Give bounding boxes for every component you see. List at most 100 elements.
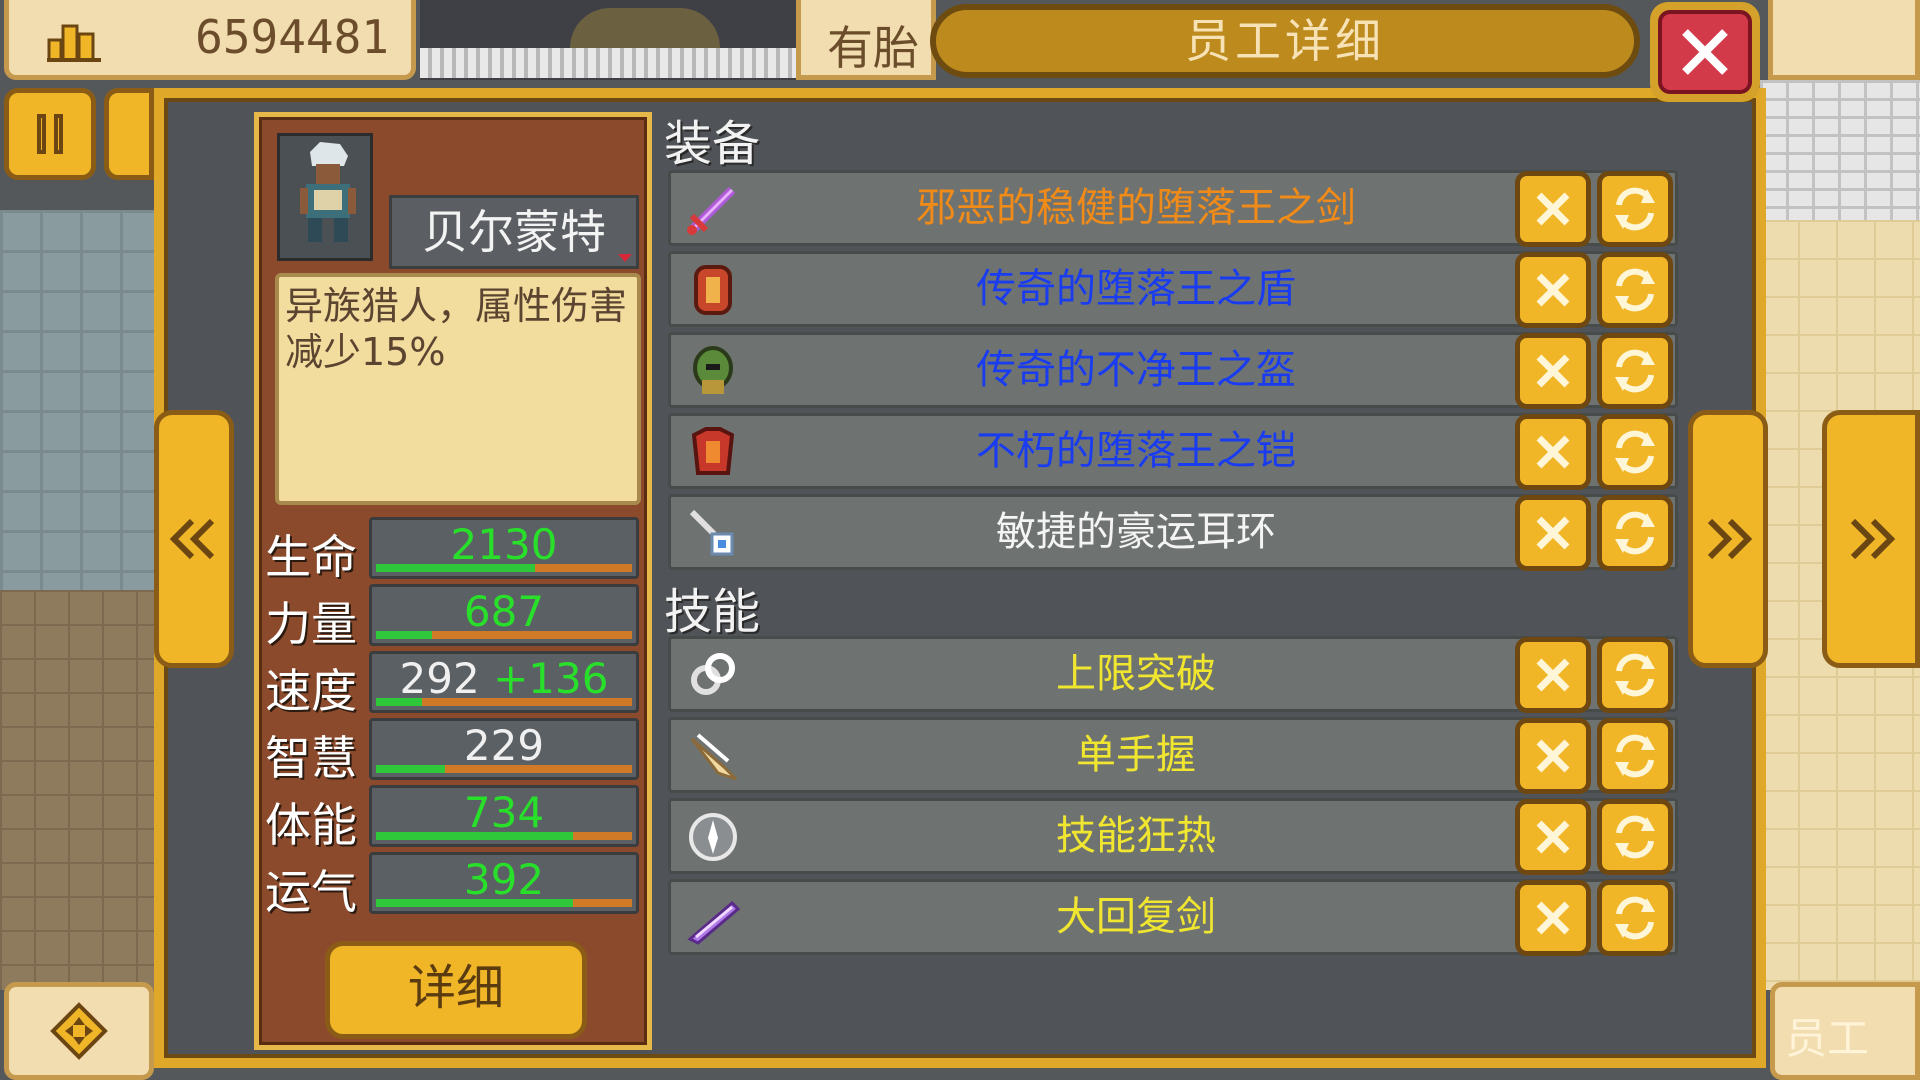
swap-icon [1615,430,1655,474]
pause-icon [37,114,46,154]
close-icon [1682,29,1728,75]
stat-progress-track [376,631,632,639]
skill-row[interactable]: 技能狂热 [668,798,1678,875]
item-name: 技能狂热 [1056,813,1216,859]
detail-button[interactable]: 详细 [325,941,587,1039]
remove-button[interactable] [1515,880,1591,956]
stat-label: 生命 [265,530,357,584]
background-floor-left [0,590,160,990]
stat-label: 体能 [265,798,357,852]
swap-button[interactable] [1597,799,1673,875]
swap-button[interactable] [1597,880,1673,956]
equipment-row[interactable]: 传奇的不净王之盔 [668,332,1678,409]
stat-label: 智慧 [265,731,357,785]
top-right-box [1768,0,1920,80]
stat-value-line: 392 [372,855,636,905]
stat-row: 力量 687 [259,584,657,651]
equipment-row[interactable]: 不朽的堕落王之铠 [668,413,1678,490]
skill-row[interactable]: 大回复剑 [668,879,1678,956]
swap-icon [1615,734,1655,778]
swap-button[interactable] [1597,718,1673,794]
swap-button[interactable] [1597,414,1673,490]
character-description: 异族猎人，属性伤害减少15% [275,273,641,505]
previous-staff-button[interactable] [154,410,234,668]
swap-button[interactable] [1597,252,1673,328]
character-name-field[interactable]: 贝尔蒙特 [389,195,639,269]
close-icon [1536,739,1570,773]
stat-progress-fill [376,631,433,639]
dialog-title: 员工详细 [930,4,1640,78]
armor-icon [683,422,743,482]
flame-orb-icon [683,807,743,867]
remove-button[interactable] [1515,637,1591,713]
staff-tab[interactable]: 员工 [1770,982,1920,1080]
item-name: 敏捷的豪运耳环 [996,509,1276,555]
swap-icon [1615,187,1655,231]
stat-row: 生命 2130 [259,517,657,584]
close-icon [1536,435,1570,469]
equipment-row[interactable]: 敏捷的豪运耳环 [668,494,1678,571]
item-name: 传奇的不净王之盔 [976,347,1296,393]
close-button[interactable] [1650,2,1760,102]
chain-icon [683,645,743,705]
close-icon [1536,354,1570,388]
gold-value: 6594481 [195,10,389,64]
outer-next-button[interactable] [1822,410,1920,668]
background-scene-top [420,0,800,80]
stat-progress-fill [376,564,535,572]
swap-icon [1615,815,1655,859]
skill-row[interactable]: 上限突破 [668,636,1678,713]
hud-side-button[interactable] [104,88,154,180]
remove-button[interactable] [1515,495,1591,571]
stat-bonus: +136 [493,654,609,703]
background-glow [570,8,720,48]
remove-button[interactable] [1515,718,1591,794]
swap-button[interactable] [1597,637,1673,713]
stat-label: 速度 [265,664,357,718]
top-info-label: 有胎 [827,21,919,75]
stat-row: 体能 734 [259,785,657,852]
character-name: 贝尔蒙特 [422,205,606,259]
stat-row: 运气 392 [259,852,657,919]
item-name: 不朽的堕落王之铠 [976,428,1296,474]
remove-button[interactable] [1515,414,1591,490]
swap-button[interactable] [1597,171,1673,247]
background-wall-left [0,210,160,590]
stat-progress-track [376,765,632,773]
stat-progress-fill [376,899,574,907]
remove-button[interactable] [1515,333,1591,409]
remove-button[interactable] [1515,171,1591,247]
stat-progress-fill [376,698,423,706]
stat-value-line: 229 [372,721,636,771]
pause-button[interactable] [4,88,96,180]
double-chevron-left-icon [169,518,215,560]
equipment-row[interactable]: 传奇的堕落王之盾 [668,251,1678,328]
remove-button[interactable] [1515,799,1591,875]
character-card: 贝尔蒙特 异族猎人，属性伤害减少15% 生命 2130 力量 687 速度 292 +13… [254,112,652,1050]
move-arrows-icon [50,1002,108,1060]
top-info-box: 有胎 [796,0,936,80]
swap-button[interactable] [1597,333,1673,409]
background-fence [420,48,800,78]
equipment-row[interactable]: 邪恶的稳健的堕落王之剑 [668,170,1678,247]
stat-value-line: 2130 [372,520,636,570]
swap-button[interactable] [1597,495,1673,571]
next-staff-button[interactable] [1688,410,1768,668]
stat-label: 运气 [265,865,357,919]
character-sprite-icon [300,142,356,242]
skills-label: 技能 [664,584,761,640]
stat-bar: 734 [369,785,639,847]
stat-value: 2130 [450,520,558,569]
earring-icon [683,503,743,563]
move-button[interactable] [4,982,154,1080]
dropdown-marker-icon [618,254,632,262]
close-icon [1536,901,1570,935]
stat-value: 687 [463,587,545,636]
swap-icon [1615,896,1655,940]
building-stats-icon [47,16,101,66]
skill-row[interactable]: 单手握 [668,717,1678,794]
remove-button[interactable] [1515,252,1591,328]
swap-icon [1615,349,1655,393]
stat-progress-track [376,698,632,706]
item-name: 邪恶的稳健的堕落王之剑 [916,185,1356,231]
